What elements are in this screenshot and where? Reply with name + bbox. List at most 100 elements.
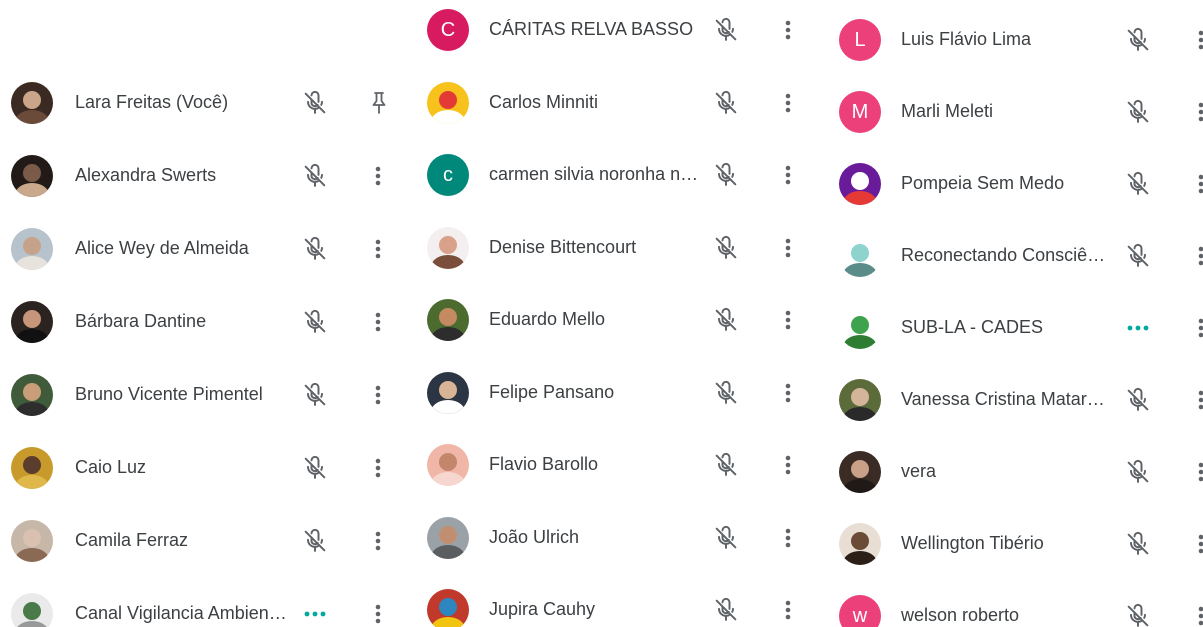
avatar xyxy=(11,520,53,562)
participant-row[interactable]: Caio Luz xyxy=(0,438,408,498)
avatar xyxy=(11,155,53,197)
participant-row[interactable]: Flavio Barollo xyxy=(414,435,822,495)
more-options-icon[interactable] xyxy=(367,308,389,336)
more-options-icon[interactable] xyxy=(777,89,799,117)
participant-name: Felipe Pansano xyxy=(489,381,615,402)
more-options-icon[interactable] xyxy=(1190,602,1203,627)
avatar xyxy=(427,226,469,269)
participant-name: carmen silvia noronha n… xyxy=(489,164,699,184)
more-options-icon[interactable] xyxy=(367,381,389,409)
more-options-icon[interactable] xyxy=(777,451,799,479)
avatar: C xyxy=(427,9,469,51)
more-options-icon[interactable] xyxy=(1190,26,1203,54)
mic-off-icon xyxy=(1124,26,1152,54)
participant-name: welson roberto xyxy=(901,605,1020,625)
participant-row[interactable]: SUB-LA - CADES xyxy=(828,298,1203,358)
avatar xyxy=(427,81,469,124)
more-options-icon[interactable] xyxy=(367,600,389,627)
mic-off-icon xyxy=(1124,98,1152,126)
mic-off-icon xyxy=(301,89,329,117)
mic-off-icon xyxy=(1124,602,1152,627)
more-options-icon[interactable] xyxy=(1190,386,1203,414)
participant-row[interactable]: Wellington Tibério xyxy=(828,514,1203,574)
mic-off-icon xyxy=(301,235,329,263)
more-options-icon[interactable] xyxy=(1190,170,1203,198)
participant-name: João Ulrich xyxy=(489,526,580,547)
more-options-icon[interactable] xyxy=(777,16,799,44)
more-options-icon[interactable] xyxy=(777,306,799,334)
avatar-letter: M xyxy=(851,100,869,123)
more-options-icon[interactable] xyxy=(1190,530,1203,558)
more-options-icon[interactable] xyxy=(777,379,799,407)
avatar xyxy=(427,299,469,341)
participant-row[interactable]: Vanessa Cristina Matar… xyxy=(828,370,1203,430)
avatar xyxy=(11,593,53,627)
avatar xyxy=(839,163,881,205)
more-options-icon[interactable] xyxy=(367,527,389,555)
participant-row[interactable]: Eduardo Mello xyxy=(414,290,822,350)
participant-row[interactable]: Pompeia Sem Medo xyxy=(828,154,1203,214)
more-options-icon[interactable] xyxy=(367,235,389,263)
participant-name: Canal Vigilancia Ambien… xyxy=(75,603,287,623)
mic-off-icon xyxy=(712,234,740,262)
participant-name: Carlos Minniti xyxy=(489,91,599,112)
avatar-letter: C xyxy=(440,18,456,41)
participant-row[interactable]: w welson roberto xyxy=(828,586,1203,627)
more-options-icon[interactable] xyxy=(1190,98,1203,126)
participant-row[interactable]: Lara Freitas (Você) xyxy=(0,73,408,133)
pin-icon[interactable] xyxy=(367,89,391,117)
participant-row[interactable]: João Ulrich xyxy=(414,508,822,568)
talking-indicator-icon xyxy=(301,604,329,624)
mic-off-icon xyxy=(1124,530,1152,558)
avatar xyxy=(427,589,469,627)
participant-row[interactable]: Canal Vigilancia Ambien… xyxy=(0,584,408,627)
avatar: w xyxy=(839,595,881,627)
more-options-icon[interactable] xyxy=(367,454,389,482)
mic-off-icon xyxy=(712,161,740,189)
more-options-icon[interactable] xyxy=(777,596,799,624)
participant-row[interactable]: Camila Ferraz xyxy=(0,511,408,571)
participant-name: Vanessa Cristina Matar… xyxy=(901,389,1105,409)
talking-indicator-icon xyxy=(1124,318,1152,338)
more-options-icon[interactable] xyxy=(367,162,389,190)
participant-row[interactable]: Carlos Minniti xyxy=(414,73,822,133)
more-options-icon[interactable] xyxy=(1190,458,1203,486)
more-options-icon[interactable] xyxy=(777,234,799,262)
participant-row[interactable]: M Marli Meleti xyxy=(828,82,1203,142)
more-options-icon[interactable] xyxy=(1190,314,1203,342)
participant-row[interactable]: Jupira Cauhy xyxy=(414,580,822,627)
mic-off-icon xyxy=(301,454,329,482)
participant-name: Pompeia Sem Medo xyxy=(901,173,1065,193)
participant-row[interactable]: Bárbara Dantine xyxy=(0,292,408,352)
participant-row[interactable]: Alice Wey de Almeida xyxy=(0,219,408,279)
participant-row[interactable]: C CÁRITAS RELVA BASSO xyxy=(414,0,822,60)
avatar xyxy=(11,228,53,270)
more-options-icon[interactable] xyxy=(777,161,799,189)
participant-row[interactable]: Reconectando Consciê… xyxy=(828,226,1203,286)
participant-row[interactable]: Felipe Pansano xyxy=(414,363,822,423)
participant-row[interactable]: Alexandra Swerts xyxy=(0,146,408,206)
participant-name: Bruno Vicente Pimentel xyxy=(75,384,263,404)
participant-row[interactable]: vera xyxy=(828,442,1203,502)
participant-row[interactable]: Denise Bittencourt xyxy=(414,218,822,278)
more-options-icon[interactable] xyxy=(1190,242,1203,270)
mic-off-icon xyxy=(712,596,740,624)
mic-off-icon xyxy=(1124,170,1152,198)
mic-off-icon xyxy=(301,308,329,336)
avatar xyxy=(839,307,881,349)
avatar-letter: L xyxy=(854,28,866,51)
participant-name: Alexandra Swerts xyxy=(75,165,217,185)
avatar xyxy=(839,235,881,277)
participant-row[interactable]: Bruno Vicente Pimentel xyxy=(0,365,408,425)
mic-off-icon xyxy=(301,381,329,409)
participant-name: Camila Ferraz xyxy=(75,530,189,550)
avatar xyxy=(427,516,469,559)
mic-off-icon xyxy=(301,162,329,190)
more-options-icon[interactable] xyxy=(777,524,799,552)
participant-row[interactable]: L Luis Flávio Lima xyxy=(828,10,1203,70)
participant-row[interactable]: c carmen silvia noronha n… xyxy=(414,145,822,205)
mic-off-icon xyxy=(1124,242,1152,270)
avatar xyxy=(11,82,53,124)
avatar xyxy=(11,374,53,416)
avatar-letter: c xyxy=(443,163,453,186)
